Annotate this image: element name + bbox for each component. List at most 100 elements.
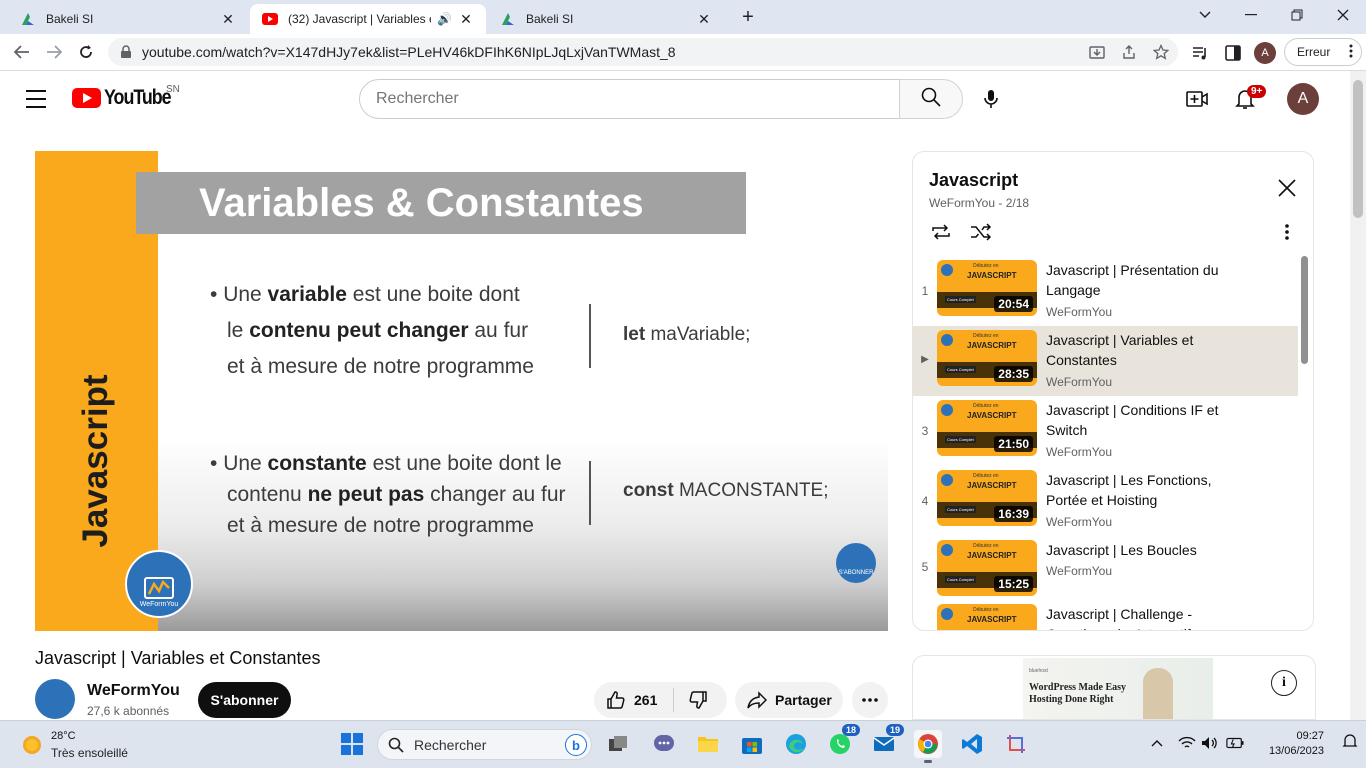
search-input[interactable]: Rechercher <box>359 79 900 119</box>
playlist-channel: WeFormYou <box>1046 515 1113 529</box>
mail-icon[interactable]: 19 <box>870 724 904 758</box>
playlist-scrollbar[interactable] <box>1301 256 1308 364</box>
weather-temperature[interactable]: 28°C <box>51 730 76 742</box>
playlist-item[interactable]: 4 Débutez en JAVASCRIPT Cours Complet 16:… <box>913 466 1298 536</box>
thumbs-up-icon <box>607 691 625 709</box>
whatsapp-icon[interactable]: 18 <box>826 724 860 758</box>
edge-browser-icon[interactable] <box>782 730 810 758</box>
ad-headline: WordPress Made Easy Hosting Done Right <box>1029 682 1127 705</box>
like-count: 261 <box>634 692 658 708</box>
restore-icon[interactable] <box>1274 0 1320 30</box>
back-arrow-icon[interactable] <box>8 38 36 66</box>
playlist-item[interactable]: Débutez en JAVASCRIPT Javascript | Challe… <box>913 600 1298 630</box>
share-arrow-icon <box>747 691 767 709</box>
lock-icon[interactable] <box>120 45 132 64</box>
youtube-wordmark: YouTube <box>104 86 172 109</box>
playlist-video-title: Javascript | Présentation du Langage <box>1046 262 1219 298</box>
shuffle-icon[interactable] <box>969 220 993 244</box>
channel-avatar[interactable] <box>35 679 75 719</box>
battery-icon[interactable] <box>1226 734 1244 752</box>
reload-icon[interactable] <box>72 38 100 66</box>
task-view-icon[interactable] <box>604 730 632 758</box>
windows-start-icon[interactable] <box>338 730 366 758</box>
playlist-subtitle[interactable]: WeFormYou - 2/18 <box>929 196 1029 210</box>
tab-close-icon[interactable]: ✕ <box>458 11 474 28</box>
notification-center-icon[interactable] <box>1342 733 1360 751</box>
voice-search-mic-icon[interactable] <box>976 84 1006 114</box>
youtube-logo[interactable]: YouTube SN <box>72 84 182 110</box>
playlist-item[interactable]: 5 Débutez en JAVASCRIPT Cours Complet 15:… <box>913 536 1298 600</box>
media-control-icon[interactable] <box>1188 40 1214 66</box>
notifications-badge: 9+ <box>1247 85 1267 98</box>
subscribe-watermark[interactable]: S'ABONNER <box>836 543 876 583</box>
playlist-index: 4 <box>921 494 929 508</box>
playlist-channel: WeFormYou <box>1046 305 1113 319</box>
bookmark-star-icon[interactable] <box>1152 43 1170 61</box>
search-button[interactable] <box>899 79 963 119</box>
video-player[interactable]: Javascript Variables & Constantes • Une … <box>35 151 888 631</box>
like-button[interactable]: 261 <box>594 688 674 712</box>
playlist-title[interactable]: Javascript <box>929 170 1018 191</box>
tray-chevron-up-icon[interactable] <box>1148 734 1166 752</box>
dislike-button[interactable] <box>674 690 708 710</box>
playlist-index: 1 <box>921 284 929 298</box>
tab-search-chevron-icon[interactable] <box>1182 0 1228 30</box>
video-duration: 20:54 <box>994 296 1033 312</box>
share-icon[interactable] <box>1120 43 1138 61</box>
browser-tab-bakeli-1[interactable]: Bakeli SI ✕ <box>8 4 248 34</box>
playlist-video-title: Javascript | Variables et Constantes <box>1046 332 1194 368</box>
minimize-icon[interactable] <box>1228 0 1274 30</box>
channel-name[interactable]: WeFormYou <box>87 682 180 700</box>
share-button[interactable]: Partager <box>735 682 843 718</box>
subscribe-button[interactable]: S'abonner <box>198 682 291 718</box>
address-bar[interactable]: youtube.com/watch?v=X147dHJy7ek&list=PLe… <box>108 38 1178 66</box>
teams-chat-icon[interactable] <box>650 730 678 758</box>
taskbar-clock[interactable]: 09:27 13/06/2023 <box>1254 729 1324 759</box>
close-icon[interactable] <box>1277 178 1297 198</box>
microsoft-store-icon[interactable] <box>738 730 766 758</box>
new-tab-button[interactable]: + <box>736 6 760 30</box>
error-label: Erreur <box>1297 45 1331 59</box>
youtube-favicon-icon <box>262 11 278 27</box>
country-code: SN <box>166 84 180 95</box>
whatsapp-badge: 18 <box>841 724 860 736</box>
browser-tab-bakeli-2[interactable]: Bakeli SI ✕ <box>488 4 724 34</box>
file-explorer-icon[interactable] <box>694 730 722 758</box>
window-close-icon[interactable] <box>1320 0 1366 30</box>
account-avatar[interactable]: A <box>1287 83 1319 115</box>
tab-close-icon[interactable]: ✕ <box>696 11 712 28</box>
page-scrollbar-thumb[interactable] <box>1353 80 1363 218</box>
tab-close-icon[interactable]: ✕ <box>220 11 236 28</box>
error-button[interactable]: Erreur <box>1284 38 1362 66</box>
thumbs-down-icon <box>689 691 707 709</box>
chrome-icon[interactable] <box>914 730 942 763</box>
playlist-index: 3 <box>921 424 929 438</box>
more-actions-button[interactable] <box>852 682 888 718</box>
snipping-tool-icon[interactable] <box>1002 730 1030 758</box>
video-duration: 15:25 <box>994 576 1033 592</box>
taskbar-search[interactable]: Rechercher b <box>377 729 592 760</box>
menu-hamburger-icon[interactable] <box>26 90 46 108</box>
vscode-icon[interactable] <box>958 730 986 758</box>
volume-icon[interactable] <box>1201 734 1219 752</box>
install-app-icon[interactable] <box>1088 43 1106 61</box>
playlist-menu-icon[interactable] <box>1275 220 1299 244</box>
side-panel-icon[interactable] <box>1220 40 1246 66</box>
tab-title: (32) Javascript | Variables et C <box>288 12 431 26</box>
create-video-icon[interactable] <box>1182 84 1212 114</box>
speaker-icon[interactable]: 🔊 <box>437 12 452 26</box>
browser-tab-youtube[interactable]: (32) Javascript | Variables et C 🔊 ✕ <box>250 4 486 34</box>
browser-profile-avatar[interactable]: A <box>1254 42 1276 64</box>
playlist-item[interactable]: 3 Débutez en JAVASCRIPT Cours Complet 21:… <box>913 396 1298 466</box>
playlist-item[interactable]: 1 Débutez en JAVASCRIPT Cours Complet 20:… <box>913 256 1298 326</box>
forward-arrow-icon[interactable] <box>40 38 68 66</box>
tab-title: Bakeli SI <box>46 12 94 26</box>
clock-date: 13/06/2023 <box>1268 745 1324 757</box>
playlist-item-current[interactable]: ▶ Débutez en JAVASCRIPT Cours Complet 28:… <box>913 326 1298 396</box>
wifi-icon[interactable] <box>1178 734 1196 752</box>
weather-sun-icon[interactable] <box>20 733 44 757</box>
loop-icon[interactable] <box>929 220 953 244</box>
ad-info-icon[interactable]: i <box>1271 670 1297 696</box>
weather-description[interactable]: Très ensoleillé <box>51 746 128 760</box>
ad-banner[interactable]: bluehost WordPress Made Easy Hosting Don… <box>912 655 1316 720</box>
